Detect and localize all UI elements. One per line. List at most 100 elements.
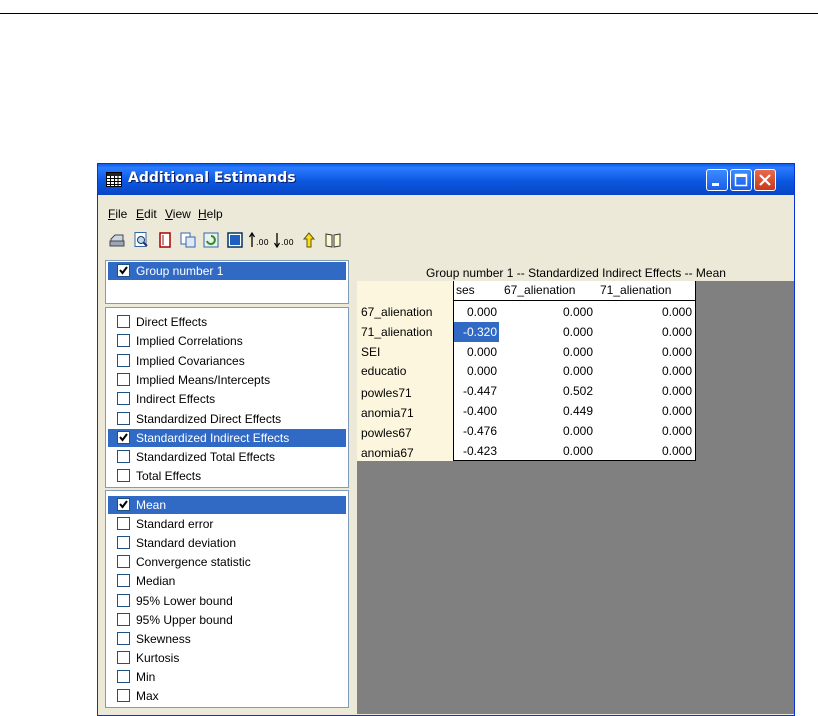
- preview-icon[interactable]: [132, 231, 150, 249]
- table-cell[interactable]: 0.000: [501, 322, 593, 342]
- menu-file[interactable]: File: [108, 207, 127, 221]
- estimand-checkbox[interactable]: [117, 315, 130, 328]
- table-cell[interactable]: 0.000: [501, 361, 593, 381]
- column-header-67-alienation[interactable]: 67_alienation: [504, 281, 576, 300]
- table-cell[interactable]: 0.502: [501, 381, 593, 401]
- table-cell[interactable]: -0.476: [453, 421, 497, 441]
- statistic-list: Mean Standard error Standard deviation Conv…: [105, 490, 349, 708]
- estimand-checkbox[interactable]: [117, 353, 130, 367]
- row-header-sei[interactable]: SEI: [361, 342, 380, 362]
- estimand-checkbox[interactable]: [117, 372, 130, 386]
- row-header-anomia71[interactable]: anomia71: [361, 403, 414, 423]
- statistic-label: Skewness: [136, 631, 191, 646]
- row-header-67-alienation[interactable]: 67_alienation: [361, 302, 432, 322]
- statistic-checkbox[interactable]: [117, 517, 130, 531]
- menu-bar: File Edit View Help: [98, 195, 794, 221]
- table-view-icon[interactable]: [226, 231, 244, 249]
- estimand-item-standardized-indirect-effects[interactable]: Standardized Indirect Effects: [108, 428, 346, 447]
- statistic-label: 95% Lower bound: [136, 593, 233, 608]
- table-cell[interactable]: 0.000: [453, 361, 497, 381]
- checkmark-icon: [119, 266, 128, 275]
- table-cell[interactable]: -0.423: [453, 441, 497, 461]
- table-cell[interactable]: 0.000: [597, 381, 692, 401]
- window-title: Additional Estimands: [128, 170, 296, 186]
- table-cell[interactable]: 0.000: [501, 302, 593, 322]
- statistic-checkbox[interactable]: [117, 689, 130, 702]
- checkmark-icon: [119, 500, 128, 509]
- statistic-checkbox[interactable]: [117, 612, 130, 626]
- increase-decimals-icon[interactable]: .00: [249, 231, 271, 249]
- estimand-checkbox[interactable]: [117, 392, 130, 406]
- table-right-border: [695, 281, 696, 462]
- statistic-label: Max: [136, 689, 159, 703]
- table-cell[interactable]: 0.000: [597, 401, 692, 421]
- statistic-label: Mean: [136, 498, 167, 512]
- statistic-checkbox[interactable]: [117, 498, 130, 511]
- column-header-71-alienation[interactable]: 71_alienation: [600, 281, 672, 300]
- row-header-educatio[interactable]: educatio: [361, 361, 406, 381]
- estimand-checkbox[interactable]: [117, 469, 130, 483]
- group-checkbox[interactable]: [117, 264, 130, 277]
- statistic-checkbox[interactable]: [117, 669, 130, 683]
- results-title: Group number 1 -- Standardized Indirect …: [358, 264, 794, 282]
- table-cell[interactable]: 0.000: [453, 342, 497, 362]
- table-cell[interactable]: 0.000: [597, 421, 692, 441]
- row-header-anomia67[interactable]: anomia67: [361, 443, 414, 463]
- statistic-label: Median: [136, 574, 176, 589]
- table-cell[interactable]: 0.000: [597, 302, 692, 322]
- page-top-rule: [0, 13, 818, 14]
- table-cell[interactable]: 0.000: [597, 342, 692, 362]
- table-cell[interactable]: 0.000: [501, 342, 593, 362]
- estimand-checkbox[interactable]: [117, 411, 130, 425]
- decrease-decimals-icon[interactable]: .00: [274, 231, 296, 249]
- row-header-powles71[interactable]: powles71: [361, 383, 412, 403]
- rotate-table-icon[interactable]: [300, 231, 318, 249]
- copy-icon[interactable]: [156, 231, 174, 249]
- table-cell[interactable]: 0.000: [453, 302, 497, 322]
- row-header-powles67[interactable]: powles67: [361, 423, 412, 443]
- table-cell[interactable]: 0.000: [597, 441, 692, 461]
- table-cell[interactable]: -0.447: [453, 381, 497, 401]
- help-book-icon[interactable]: [324, 231, 342, 249]
- estimand-checkbox[interactable]: [117, 430, 130, 444]
- statistic-checkbox[interactable]: [117, 650, 130, 664]
- estimand-label: Total Effects: [136, 469, 202, 484]
- statistic-checkbox[interactable]: [117, 536, 130, 550]
- statistic-checkbox[interactable]: [117, 631, 130, 645]
- menu-view[interactable]: View: [165, 207, 191, 221]
- estimand-label: Standardized Direct Effects: [136, 411, 282, 426]
- estimand-label: Standardized Indirect Effects: [136, 430, 290, 445]
- statistic-checkbox[interactable]: [117, 593, 130, 607]
- table-cell[interactable]: 0.000: [597, 322, 692, 342]
- table-cell[interactable]: 0.000: [597, 361, 692, 381]
- row-header-71-alienation[interactable]: 71_alienation: [361, 322, 432, 342]
- estimand-list: Direct Effects Implied Correlations Implie…: [105, 307, 349, 488]
- statistic-checkbox[interactable]: [117, 574, 130, 588]
- estimand-checkbox[interactable]: [117, 334, 130, 348]
- table-cell[interactable]: 0.449: [501, 401, 593, 421]
- table-cell[interactable]: -0.400: [453, 401, 497, 421]
- print-icon[interactable]: [108, 231, 126, 249]
- statistic-checkbox[interactable]: [117, 555, 130, 569]
- estimand-label: Indirect Effects: [136, 392, 216, 407]
- group-item[interactable]: Group number 1: [108, 262, 346, 280]
- minimize-button[interactable]: [706, 169, 728, 191]
- close-button[interactable]: [754, 169, 776, 191]
- menu-help[interactable]: Help: [198, 207, 223, 221]
- group-label: Group number 1: [136, 264, 224, 278]
- statistic-item-mean[interactable]: Mean: [108, 496, 346, 514]
- estimand-label: Standardized Total Effects: [136, 450, 275, 465]
- estimand-checkbox[interactable]: [117, 450, 130, 464]
- table-cell[interactable]: 0.000: [501, 421, 593, 441]
- minimize-icon: [712, 183, 719, 186]
- statistic-label: 95% Upper bound: [136, 612, 233, 627]
- table-cell[interactable]: -0.320: [454, 321, 499, 342]
- title-bar[interactable]: Additional Estimands: [98, 164, 794, 195]
- table-cell[interactable]: 0.000: [501, 441, 593, 461]
- copy-all-icon[interactable]: [179, 231, 197, 249]
- menu-edit[interactable]: Edit: [136, 207, 157, 221]
- maximize-button[interactable]: [730, 169, 752, 191]
- estimand-label: Direct Effects: [136, 315, 208, 329]
- refresh-icon[interactable]: [202, 231, 220, 249]
- column-header-ses[interactable]: ses: [456, 281, 475, 300]
